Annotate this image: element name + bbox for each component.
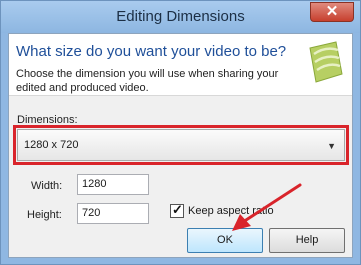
close-button[interactable]: ✕ — [310, 2, 354, 22]
dialog-body: What size do you want your video to be? … — [8, 33, 353, 258]
title-bar[interactable]: Editing Dimensions ✕ — [1, 1, 360, 33]
keep-aspect-checkbox[interactable]: ✓ — [170, 202, 184, 218]
ok-button[interactable]: OK — [187, 228, 263, 253]
dropdown-highlight-box — [13, 125, 349, 165]
header-band: What size do you want your video to be? … — [9, 34, 352, 96]
dialog-title: Editing Dimensions — [116, 8, 245, 25]
height-label: Height: — [27, 209, 62, 221]
width-label: Width: — [31, 180, 63, 192]
close-icon: ✕ — [325, 3, 339, 20]
dialog-window: Editing Dimensions ✕ What size do you wa… — [0, 0, 361, 265]
size-description: Choose the dimension you will use when s… — [16, 68, 279, 94]
keep-aspect-label[interactable]: Keep aspect ratio — [188, 205, 274, 217]
height-input[interactable]: 720 — [77, 203, 149, 224]
app-logo-icon — [309, 41, 343, 83]
checkbox-check-icon: ✓ — [172, 202, 183, 217]
help-button[interactable]: Help — [269, 228, 345, 253]
size-question-heading: What size do you want your video to be? — [16, 43, 287, 60]
width-input[interactable]: 1280 — [77, 174, 149, 195]
